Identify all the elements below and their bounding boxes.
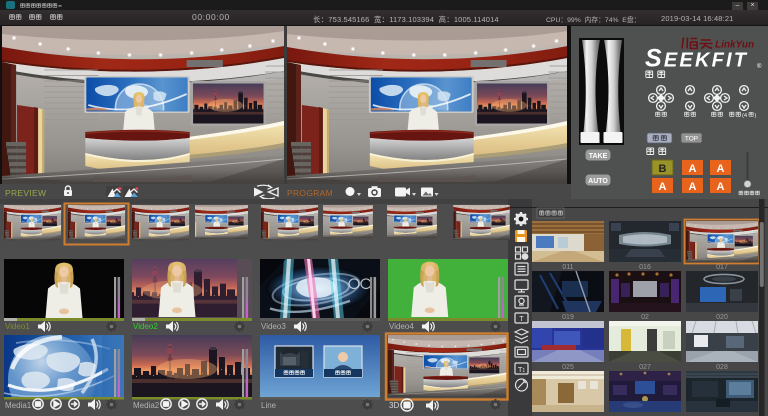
svg-text:Video3: Video3	[261, 322, 286, 331]
svg-text:T1: T1	[518, 365, 526, 374]
svg-text:025: 025	[562, 364, 574, 371]
svg-text:016: 016	[639, 264, 651, 271]
svg-text:027: 027	[639, 364, 651, 371]
svg-text:Line: Line	[261, 401, 277, 410]
svg-text:028: 028	[716, 364, 728, 371]
svg-text:AUTO: AUTO	[588, 178, 608, 185]
svg-text:020: 020	[716, 314, 728, 321]
svg-text:02: 02	[641, 314, 649, 321]
svg-text:017: 017	[716, 264, 728, 271]
svg-text:Media1: Media1	[5, 401, 32, 410]
svg-text:A: A	[659, 181, 667, 193]
svg-text:Video2: Video2	[133, 322, 158, 331]
svg-text:®: ®	[757, 63, 762, 70]
svg-text:(4: (4	[742, 113, 748, 119]
svg-text:): )	[755, 113, 757, 119]
svg-text:3D: 3D	[389, 401, 399, 410]
svg-text:T: T	[519, 316, 524, 323]
svg-text:SEEKFIT: SEEKFIT	[645, 45, 748, 73]
svg-text:A: A	[717, 163, 725, 175]
svg-text:TAKE: TAKE	[589, 153, 608, 160]
svg-text:A: A	[689, 163, 697, 175]
svg-text:Video1: Video1	[5, 322, 30, 331]
svg-text:Video4: Video4	[389, 322, 414, 331]
svg-text:019: 019	[562, 314, 574, 321]
svg-text:TOP: TOP	[685, 136, 698, 143]
svg-text:Media2: Media2	[133, 401, 160, 410]
svg-text:011: 011	[562, 264, 573, 271]
svg-text:A: A	[689, 181, 697, 193]
svg-text:B: B	[659, 163, 667, 175]
svg-text:A: A	[717, 181, 725, 193]
